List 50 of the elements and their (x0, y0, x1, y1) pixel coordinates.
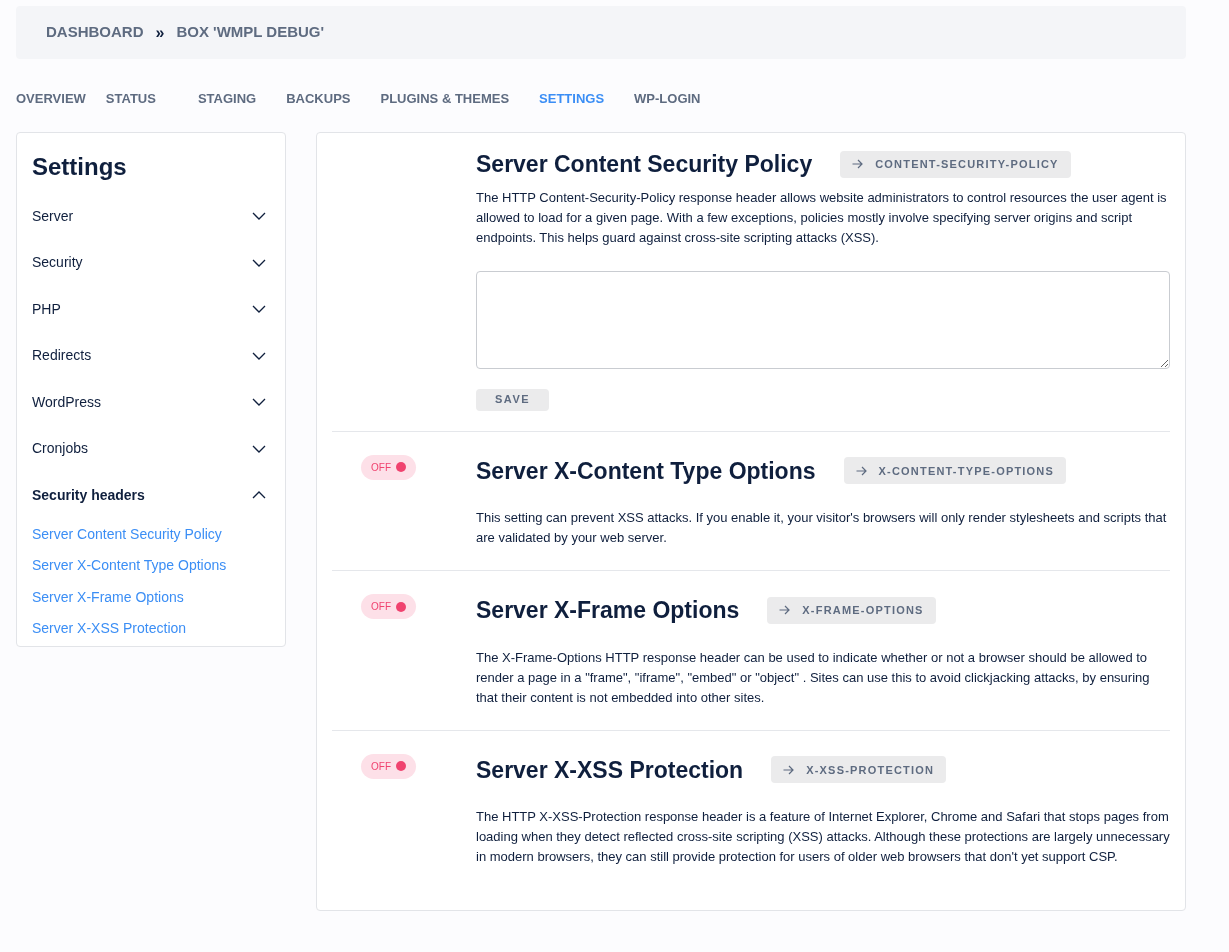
chevron-down-icon (252, 258, 266, 267)
arrow-right-icon (855, 465, 867, 476)
header-name-badge: X-FRAME-OPTIONS (767, 596, 936, 624)
sidebar-sublink[interactable]: Server X-Content Type Options (32, 550, 270, 582)
sidebar-item[interactable]: Redirects (32, 332, 270, 379)
sidebar-sublink[interactable]: Server Content Security Policy (32, 518, 270, 550)
nav-tab[interactable]: SETTINGS (539, 89, 605, 109)
section-title: Server X-Frame Options (476, 596, 740, 625)
section-description: The HTTP X-XSS-Protection response header is a feature of Internet Explorer, Chrome and Safari that stops pages from loading when they detect reflected cross-site scripting (XSS) attacks. Although these protections are largely unnecessary in modern browsers, they can still provide protection for users of older web browsers that don't yet support CSP. (476, 808, 1170, 866)
save-button[interactable]: SAVE (476, 388, 550, 411)
header-name-badge: CONTENT-SECURITY-POLICY (840, 150, 1071, 178)
arrow-right-icon (779, 605, 791, 616)
toggle-switch[interactable]: OFF (361, 594, 416, 619)
toggle-switch[interactable]: OFF (361, 454, 416, 480)
sidebar-item[interactable]: Security (32, 239, 270, 286)
breadcrumb-separator: » (155, 22, 165, 43)
section-title: Server X-XSS Protection (476, 755, 744, 785)
sidebar-item[interactable]: WordPress (32, 379, 270, 426)
section-description: The HTTP Content-Security-Policy response header allows website administrators to control resources the user agent is allowed to load for a given page. With a few exceptions, policies mostly involve specifying server origins and script endpoints. This helps guard against cross-site scripting attacks (XSS). (476, 188, 1168, 247)
section-description: The X-Frame-Options HTTP response header can be used to indicate whether or not a browser should be allowed to render a page in a "frame", "iframe", "embed" or "object" . Sites can use this to avoid clickjacking attacks, by ensuring that their content is not embedded into other sites. (476, 648, 1151, 707)
chevron-down-icon (252, 212, 266, 221)
nav-tab[interactable]: OVERVIEW (16, 89, 86, 109)
chevron-down-icon (252, 444, 266, 453)
sidebar-item[interactable]: Cronjobs (32, 425, 270, 472)
breadcrumb-link[interactable]: BOX 'WMPL DEBUG' (176, 21, 325, 44)
chevron-up-icon (252, 491, 266, 500)
sidebar-title: Settings (32, 152, 128, 182)
toggle-switch[interactable]: OFF (361, 753, 416, 779)
chevron-down-icon (252, 351, 266, 360)
section-title: Server X-Content Type Options (476, 456, 816, 486)
nav-tab[interactable]: STAGING (197, 89, 257, 109)
sidebar-item[interactable]: Server (32, 193, 270, 240)
section-title: Server Content Security Policy (476, 150, 813, 179)
nav-tab[interactable]: STATUS (105, 89, 156, 109)
sidebar-sublink[interactable]: Server X-XSS Protection (32, 613, 270, 645)
breadcrumb-link[interactable]: DASHBOARD (46, 21, 144, 44)
header-name-badge: X-XSS-PROTECTION (771, 756, 947, 784)
arrow-right-icon (783, 764, 795, 775)
section-description: This setting can prevent XSS attacks. If you enable it, your visitor's browsers will only render stylesheets and scripts that are validated by your web server. (476, 509, 1168, 547)
nav-tab[interactable]: BACKUPS (286, 89, 351, 109)
chevron-down-icon (252, 305, 266, 314)
policy-input[interactable] (476, 270, 1170, 369)
header-name-badge: X-CONTENT-TYPE-OPTIONS (843, 457, 1067, 485)
sidebar-sublink[interactable]: Server X-Frame Options (32, 581, 270, 613)
nav-tab[interactable]: PLUGINS & THEMES (380, 89, 510, 109)
sidebar-item[interactable]: PHP (32, 286, 270, 333)
sidebar-item[interactable]: Security headers (32, 472, 270, 519)
nav-tab[interactable]: WP-LOGIN (634, 89, 701, 109)
arrow-right-icon (852, 159, 864, 170)
chevron-down-icon (252, 398, 266, 407)
